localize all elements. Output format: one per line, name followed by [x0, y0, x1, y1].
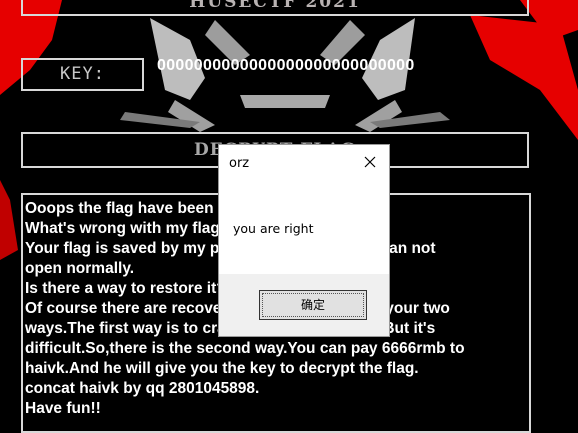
ok-button[interactable]: 确定: [259, 290, 367, 320]
key-label: KEY:: [21, 58, 144, 91]
app-title: HUSECTF 2021: [21, 0, 529, 16]
message-line: Have fun!!: [25, 400, 101, 417]
dialog-footer: 确定: [219, 274, 389, 336]
key-input[interactable]: 0000000000000000000000000000: [157, 57, 415, 75]
message-line: concat haivk by qq 2801045898.: [25, 380, 260, 397]
close-icon[interactable]: [363, 155, 377, 169]
message-line: difficult.So,there is the second way.You…: [25, 340, 465, 357]
dialog-message: you are right: [233, 221, 314, 236]
dialog-title: orz: [229, 156, 250, 171]
message-dialog: orz you are right 确定: [218, 144, 390, 337]
message-line: haivk.And he will give you the key to de…: [25, 360, 419, 377]
